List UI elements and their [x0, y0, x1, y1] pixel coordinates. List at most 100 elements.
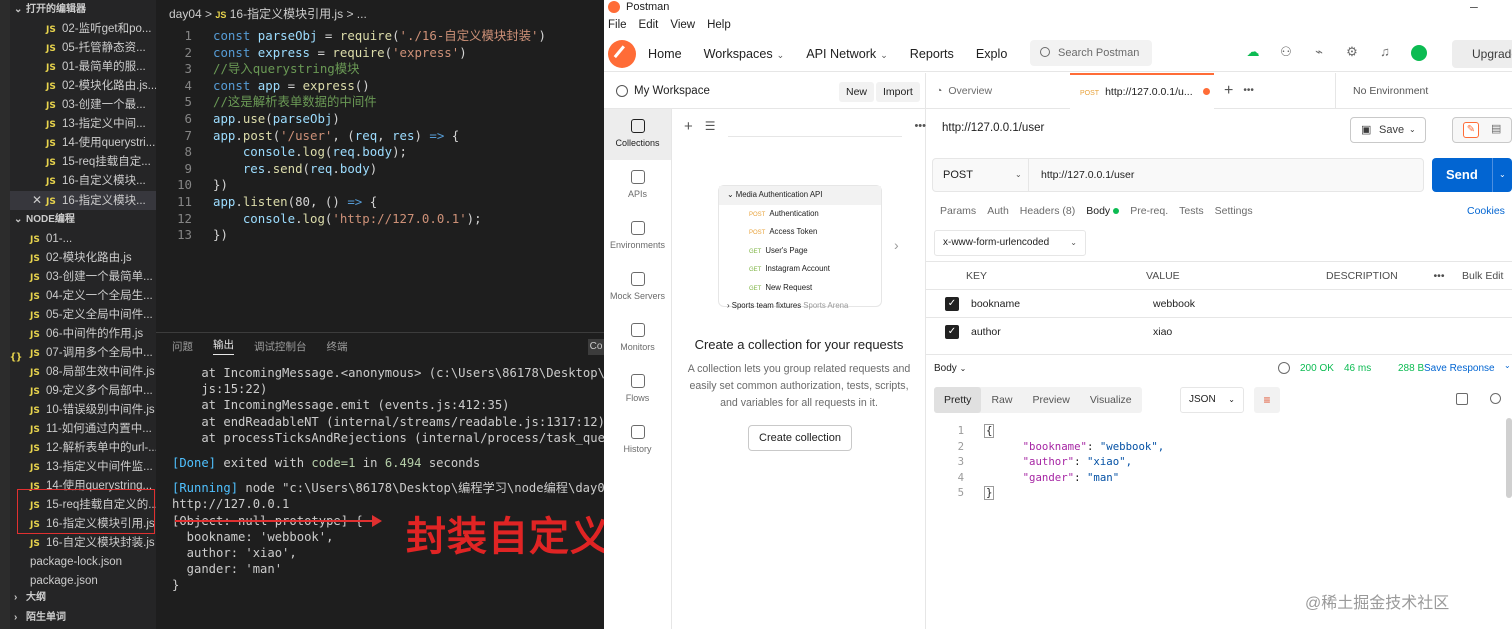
project-file-item[interactable]: JS 09-定义多个局部中... — [10, 382, 156, 401]
tab-request[interactable]: POST http://127.0.0.1/u... — [1070, 72, 1214, 109]
wrap-lines-icon[interactable]: ≡ — [1254, 387, 1280, 413]
project-file-item[interactable]: JS 02-模块化路由.js — [10, 249, 156, 268]
open-editor-item[interactable]: JS 05-托管静态资... — [10, 39, 156, 58]
nav-item[interactable]: Workspaces ⌄ — [704, 47, 785, 61]
project-file-item[interactable]: JS 07-调用多个全局中... — [10, 344, 156, 363]
key-cell[interactable]: bookname — [966, 289, 1146, 318]
menu-item[interactable]: Help — [707, 19, 731, 31]
checkbox[interactable]: ✓ — [945, 324, 959, 339]
open-editor-item[interactable]: JS 15-req挂载自定... — [10, 153, 156, 172]
panel-tab[interactable]: 问题 — [172, 339, 193, 354]
more-icon[interactable]: ••• — [1422, 261, 1456, 290]
upgrade-button[interactable]: Upgrade — [1452, 40, 1512, 68]
import-button[interactable]: Import — [876, 82, 920, 102]
chevron-down-icon[interactable]: ⌄ — [1492, 158, 1506, 192]
sidebar-item-history[interactable]: History — [604, 415, 671, 466]
open-editor-item[interactable]: JS 02-模块化路由.js... — [10, 77, 156, 96]
save-button[interactable]: ▣ Save ⌄ — [1350, 117, 1426, 143]
tab-settings[interactable]: Settings — [1215, 205, 1253, 217]
key-cell[interactable]: author — [966, 317, 1146, 346]
project-file-item[interactable]: JS 11-如何通过内置中... — [10, 420, 156, 439]
method-select[interactable]: POST ⌄ — [933, 159, 1029, 191]
sidebar-item-collections[interactable]: Collections — [604, 109, 671, 160]
scrollbar[interactable] — [1506, 418, 1512, 498]
tab-pre-req[interactable]: Pre-req. — [1130, 205, 1168, 217]
menu-item[interactable]: Edit — [639, 19, 659, 31]
new-button[interactable]: New — [839, 82, 875, 102]
project-file-item[interactable]: JS 04-定义一个全局生... — [10, 287, 156, 306]
value-cell[interactable]: webbook — [1146, 289, 1326, 318]
code-editor[interactable]: day04 > JS 16-指定义模块引用.js > ... 1 const pa… — [156, 0, 604, 332]
cookies-link[interactable]: Cookies — [1467, 205, 1505, 217]
project-file-item[interactable]: JS 01-... — [10, 230, 156, 249]
pencil-icon[interactable]: ✎ — [1463, 122, 1479, 138]
menu-item[interactable]: File — [608, 19, 627, 31]
response-body-select[interactable]: Body ⌄ — [934, 363, 966, 374]
open-editor-item[interactable]: JS 03-创建一个最... — [10, 96, 156, 115]
minimize-icon[interactable]: – — [1470, 0, 1478, 14]
open-editor-item[interactable]: JS 01-最简单的服... — [10, 58, 156, 77]
open-editor-item[interactable]: JS 14-使用querystri... — [10, 134, 156, 153]
add-tab-icon[interactable]: + — [1214, 73, 1233, 109]
response-tab-pretty[interactable]: Pretty — [934, 387, 982, 413]
nav-item[interactable]: Home — [648, 47, 682, 61]
response-tab-visualize[interactable]: Visualize — [1080, 387, 1142, 413]
invite-icon[interactable]: ⚇ — [1279, 45, 1293, 59]
description-cell[interactable] — [1326, 289, 1422, 318]
bell-icon[interactable]: ♫ — [1378, 45, 1392, 59]
bulk-edit-button[interactable]: Bulk Edit — [1456, 261, 1512, 290]
open-editor-item[interactable]: JS 02-监听get和po... — [10, 20, 156, 39]
environment-select[interactable]: No Environment — [1335, 73, 1512, 109]
sidebar-item-monitors[interactable]: Monitors — [604, 313, 671, 364]
tab-auth[interactable]: Auth — [987, 205, 1009, 217]
menu-item[interactable]: View — [670, 19, 695, 31]
open-editor-item[interactable]: ✕ JS 16-指定义模块... — [10, 191, 156, 210]
panel-tab[interactable]: 调试控制台 — [254, 339, 307, 354]
nav-item[interactable]: Reports — [910, 47, 954, 61]
panel-more-button[interactable]: Co — [588, 339, 604, 355]
project-header[interactable]: ⌄ NODE编程 — [10, 210, 156, 230]
response-tab-raw[interactable]: Raw — [981, 387, 1022, 413]
project-file-item[interactable]: JS 10-错误级别中间件.js — [10, 401, 156, 420]
project-file-item[interactable]: JS 12-解析表单中的url-... — [10, 439, 156, 458]
project-file-item[interactable]: JS 03-创建一个最简单... — [10, 268, 156, 287]
tab-tests[interactable]: Tests — [1179, 205, 1204, 217]
checkbox[interactable]: ✓ — [945, 296, 959, 311]
url-input[interactable]: http://127.0.0.1/user — [1041, 159, 1134, 191]
panel-tab[interactable]: 输出 — [213, 337, 234, 355]
comment-icon[interactable]: ▤ — [1491, 122, 1501, 135]
close-icon[interactable]: ✕ — [32, 191, 46, 210]
avatar[interactable] — [1411, 45, 1427, 61]
gear-icon[interactable]: ⚙ — [1345, 45, 1359, 59]
timeline-header[interactable]: › 陌生单词 — [10, 608, 156, 628]
panel-tab[interactable]: 终端 — [327, 339, 348, 354]
open-editors-header[interactable]: ⌄ 打开的编辑器 — [10, 0, 156, 20]
workspace-name[interactable]: My Workspace — [634, 85, 710, 97]
project-file-item[interactable]: JS 06-中间件的作用.js — [10, 325, 156, 344]
project-file-item[interactable]: JS 05-定义全局中间件... — [10, 306, 156, 325]
more-icon[interactable]: ••• — [914, 120, 926, 132]
project-file-item[interactable]: {} package-lock.json — [10, 352, 156, 572]
open-editor-item[interactable]: JS 13-指定义中间... — [10, 115, 156, 134]
more-tabs-icon[interactable]: ••• — [1233, 73, 1254, 109]
sidebar-item-flows[interactable]: Flows — [604, 364, 671, 415]
filter-icon[interactable]: ☰ — [705, 119, 716, 133]
body-mode-select[interactable]: x-www-form-urlencoded ⌄ — [934, 230, 1086, 256]
project-file-item[interactable]: JS 16-自定义模块封装.js — [10, 534, 156, 553]
copy-icon[interactable] — [1456, 393, 1468, 405]
value-cell[interactable]: xiao — [1146, 317, 1326, 346]
response-tab-preview[interactable]: Preview — [1022, 387, 1079, 413]
tab-headers-8[interactable]: Headers (8) — [1020, 205, 1075, 217]
save-response-button[interactable]: Save Response — [1424, 363, 1495, 374]
tab-params[interactable]: Params — [940, 205, 976, 217]
search-input[interactable]: Search Postman — [1030, 40, 1152, 66]
outline-header[interactable]: › 大纲 — [10, 588, 156, 608]
sidebar-item-environments[interactable]: Environments — [604, 211, 671, 262]
project-file-item[interactable]: JS 13-指定义中间件监... — [10, 458, 156, 477]
search-icon[interactable] — [1490, 393, 1501, 404]
sync-icon[interactable]: ☁ — [1246, 45, 1260, 59]
postman-logo-icon[interactable] — [608, 39, 636, 68]
nav-item[interactable]: Explo — [976, 47, 1008, 61]
create-collection-button[interactable]: Create collection — [748, 425, 852, 451]
description-cell[interactable] — [1326, 317, 1422, 346]
